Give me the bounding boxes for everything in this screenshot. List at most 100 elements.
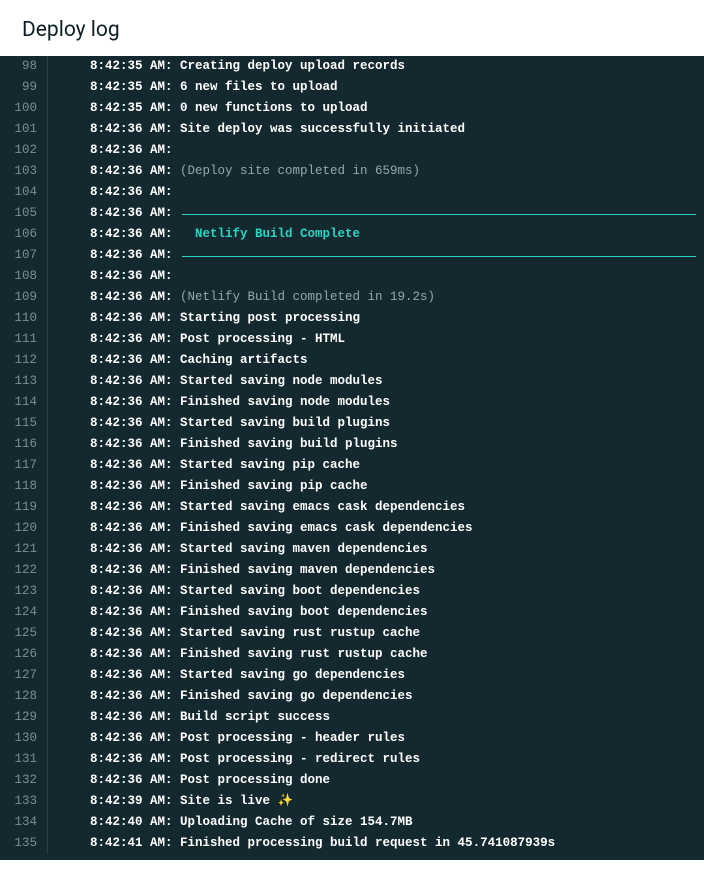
log-timestamp: 8:42:36 AM:: [90, 434, 180, 455]
line-number: 124: [0, 602, 48, 623]
log-line[interactable]: 1238:42:36 AM: Started saving boot depen…: [0, 581, 704, 602]
log-line[interactable]: 1158:42:36 AM: Started saving build plug…: [0, 413, 704, 434]
log-content: 8:42:35 AM: 0 new functions to upload: [48, 98, 704, 119]
log-line[interactable]: 1058:42:36 AM:: [0, 203, 704, 224]
page-title: Deploy log: [22, 18, 682, 42]
log-line[interactable]: 988:42:35 AM: Creating deploy upload rec…: [0, 56, 704, 77]
log-message: Post processing - header rules: [180, 728, 405, 749]
sparkle-icon: ✨: [278, 791, 294, 812]
log-line[interactable]: 1328:42:36 AM: Post processing done: [0, 770, 704, 791]
log-line[interactable]: 1048:42:36 AM:: [0, 182, 704, 203]
log-line[interactable]: 1358:42:41 AM: Finished processing build…: [0, 833, 704, 854]
log-message: Finished saving emacs cask dependencies: [180, 518, 473, 539]
line-number: 134: [0, 812, 48, 833]
log-message: Finished saving boot dependencies: [180, 602, 428, 623]
log-message: Finished saving rust rustup cache: [180, 644, 428, 665]
log-timestamp: 8:42:36 AM:: [90, 644, 180, 665]
log-content: 8:42:36 AM: Finished saving pip cache: [48, 476, 704, 497]
line-number: 102: [0, 140, 48, 161]
log-content: 8:42:36 AM: Site deploy was successfully…: [48, 119, 704, 140]
log-line[interactable]: 1078:42:36 AM:: [0, 245, 704, 266]
log-content: 8:42:36 AM: (Netlify Build completed in …: [48, 287, 704, 308]
log-line[interactable]: 1208:42:36 AM: Finished saving emacs cas…: [0, 518, 704, 539]
log-line[interactable]: 1288:42:36 AM: Finished saving go depend…: [0, 686, 704, 707]
log-content: 8:42:36 AM: Started saving boot dependen…: [48, 581, 704, 602]
log-line[interactable]: 1138:42:36 AM: Started saving node modul…: [0, 371, 704, 392]
log-message: Post processing done: [180, 770, 330, 791]
line-number: 116: [0, 434, 48, 455]
log-line[interactable]: 1018:42:36 AM: Site deploy was successfu…: [0, 119, 704, 140]
log-line[interactable]: 1068:42:36 AM: Netlify Build Complete: [0, 224, 704, 245]
log-timestamp: 8:42:36 AM:: [90, 245, 180, 266]
deploy-log[interactable]: 988:42:35 AM: Creating deploy upload rec…: [0, 56, 704, 860]
log-line[interactable]: 1278:42:36 AM: Started saving go depende…: [0, 665, 704, 686]
line-number: 130: [0, 728, 48, 749]
log-content: 8:42:36 AM: Finished saving node modules: [48, 392, 704, 413]
line-number: 113: [0, 371, 48, 392]
line-number: 108: [0, 266, 48, 287]
log-line[interactable]: 1308:42:36 AM: Post processing - header …: [0, 728, 704, 749]
line-number: 115: [0, 413, 48, 434]
log-message: Started saving emacs cask dependencies: [180, 497, 465, 518]
log-line[interactable]: 1218:42:36 AM: Started saving maven depe…: [0, 539, 704, 560]
log-line[interactable]: 1198:42:36 AM: Started saving emacs cask…: [0, 497, 704, 518]
header: Deploy log: [0, 0, 704, 56]
log-content: 8:42:36 AM: Build script success: [48, 707, 704, 728]
log-line[interactable]: 1268:42:36 AM: Finished saving rust rust…: [0, 644, 704, 665]
log-message: Site deploy was successfully initiated: [180, 119, 465, 140]
line-number: 125: [0, 623, 48, 644]
log-line[interactable]: 1098:42:36 AM: (Netlify Build completed …: [0, 287, 704, 308]
log-timestamp: 8:42:36 AM:: [90, 623, 180, 644]
log-timestamp: 8:42:35 AM:: [90, 56, 180, 77]
log-line[interactable]: 1178:42:36 AM: Started saving pip cache: [0, 455, 704, 476]
log-line[interactable]: 1318:42:36 AM: Post processing - redirec…: [0, 749, 704, 770]
log-line[interactable]: 125 8:42:36 AM: Started saving rust rustu…: [0, 623, 704, 644]
log-line[interactable]: 1148:42:36 AM: Finished saving node modu…: [0, 392, 704, 413]
line-number: 104: [0, 182, 48, 203]
line-number: 98: [0, 56, 48, 77]
log-content: 8:42:36 AM:: [48, 182, 704, 203]
log-line[interactable]: 111 8:42:36 AM: Post processing - HTML: [0, 329, 704, 350]
line-number: 127: [0, 665, 48, 686]
log-content: 8:42:36 AM: Post processing done: [48, 770, 704, 791]
log-timestamp: 8:42:36 AM:: [90, 266, 180, 287]
log-content: 8:42:36 AM: Started saving go dependenci…: [48, 665, 704, 686]
divider-rule: [182, 214, 696, 215]
log-line[interactable]: 1348:42:40 AM: Uploading Cache of size 1…: [0, 812, 704, 833]
log-line[interactable]: 1168:42:36 AM: Finished saving build plu…: [0, 434, 704, 455]
log-line[interactable]: 1338:42:39 AM: Site is live ✨: [0, 791, 704, 812]
line-number: 131: [0, 749, 48, 770]
log-content: 8:42:35 AM: Creating deploy upload recor…: [48, 56, 704, 77]
log-line[interactable]: 1008:42:35 AM: 0 new functions to upload: [0, 98, 704, 119]
log-timestamp: 8:42:39 AM:: [90, 791, 180, 812]
line-number: 121: [0, 539, 48, 560]
log-timestamp: 8:42:36 AM:: [90, 308, 180, 329]
log-line[interactable]: 1248:42:36 AM: Finished saving boot depe…: [0, 602, 704, 623]
log-timestamp: 8:42:36 AM:: [90, 707, 180, 728]
log-line[interactable]: 1108:42:36 AM: Starting post processing: [0, 308, 704, 329]
log-content: 8:42:36 AM: Finished saving rust rustup …: [48, 644, 704, 665]
log-message: Post processing - HTML: [180, 329, 345, 350]
line-number: 123: [0, 581, 48, 602]
log-line[interactable]: 1298:42:36 AM: Build script success: [0, 707, 704, 728]
log-timestamp: 8:42:36 AM:: [90, 329, 180, 350]
log-message: Creating deploy upload records: [180, 56, 405, 77]
line-number: 103: [0, 161, 48, 182]
log-line[interactable]: 1188:42:36 AM: Finished saving pip cache: [0, 476, 704, 497]
log-content: 8:42:36 AM: Started saving build plugins: [48, 413, 704, 434]
log-timestamp: 8:42:36 AM:: [90, 392, 180, 413]
log-line[interactable]: 1128:42:36 AM: Caching artifacts: [0, 350, 704, 371]
log-content: 8:42:36 AM:: [48, 140, 704, 161]
log-timestamp: 8:42:40 AM:: [90, 812, 180, 833]
log-message: Started saving rust rustup cache: [180, 623, 420, 644]
log-line[interactable]: 1028:42:36 AM:: [0, 140, 704, 161]
log-line[interactable]: 108 8:42:36 AM:: [0, 266, 704, 287]
log-line[interactable]: 998:42:35 AM: 6 new files to upload: [0, 77, 704, 98]
log-content: 8:42:36 AM: (Deploy site completed in 65…: [48, 161, 704, 182]
log-timestamp: 8:42:35 AM:: [90, 77, 180, 98]
log-content: 8:42:36 AM: Finished saving boot depende…: [48, 602, 704, 623]
log-line[interactable]: 1038:42:36 AM: (Deploy site completed in…: [0, 161, 704, 182]
log-content: 8:42:36 AM: Started saving maven depende…: [48, 539, 704, 560]
line-number: 111: [0, 329, 48, 350]
log-line[interactable]: 1228:42:36 AM: Finished saving maven dep…: [0, 560, 704, 581]
